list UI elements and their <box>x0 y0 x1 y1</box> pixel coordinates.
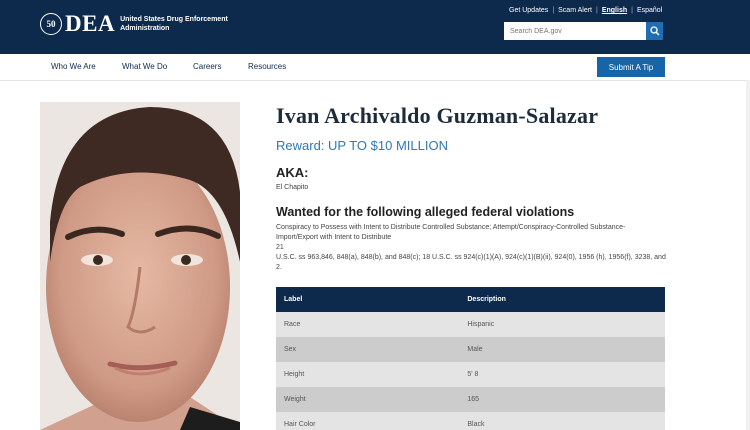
page-scrollbar[interactable] <box>746 80 750 430</box>
violation-line: Conspiracy to Possess with Intent to Dis… <box>276 224 626 241</box>
nav-who-we-are[interactable]: Who We Are <box>51 62 96 71</box>
utility-divider: | <box>596 7 598 14</box>
violations-heading: Wanted for the following alleged federal… <box>276 205 575 219</box>
english-link[interactable]: English <box>602 7 627 14</box>
logo-wordmark: DEA <box>65 11 116 36</box>
main-nav: Who We Are What We Do Careers Resources … <box>0 54 750 81</box>
site-header: 50 DEA United States Drug Enforcement Ad… <box>0 0 750 54</box>
row-value: Black <box>463 412 665 430</box>
table-row: Height 5' 8 <box>276 362 665 387</box>
row-value: Male <box>463 337 665 362</box>
fugitive-photo <box>40 102 240 430</box>
row-value: 165 <box>463 387 665 412</box>
table-row: Hair Color Black <box>276 412 665 430</box>
reward-amount: Reward: UP TO $10 MILLION <box>276 138 448 153</box>
violation-line: U.S.C. ss 963,846, 848(a), 848(b), and 8… <box>276 254 666 271</box>
fugitive-name: Ivan Archivaldo Guzman-Salazar <box>276 103 599 128</box>
violations-text: Conspiracy to Possess with Intent to Dis… <box>276 223 666 273</box>
portrait-image <box>40 102 240 430</box>
row-label: Sex <box>276 337 464 362</box>
row-label: Hair Color <box>276 412 464 430</box>
agency-name: United States Drug Enforcement Administr… <box>120 16 228 32</box>
violation-line: 21 <box>276 244 284 251</box>
search-button[interactable] <box>646 22 663 40</box>
column-header-label: Label <box>276 287 464 312</box>
table-row: Weight 165 <box>276 387 665 412</box>
page: { "header": { "logo_seal": "50", "logo_t… <box>0 0 750 430</box>
row-label: Weight <box>276 387 464 412</box>
scam-alert-link[interactable]: Scam Alert <box>558 7 592 14</box>
utility-divider: | <box>552 7 555 14</box>
column-header-description: Description <box>463 287 665 312</box>
anniversary-seal: 50 <box>40 13 62 35</box>
get-updates-link[interactable]: Get Updates <box>509 7 548 14</box>
espanol-link[interactable]: Español <box>637 7 662 14</box>
search-icon <box>649 26 659 36</box>
submit-tip-button[interactable]: Submit A Tip <box>597 57 665 77</box>
nav-what-we-do[interactable]: What We Do <box>122 62 167 71</box>
utility-links: Get Updates | Scam Alert | English | Esp… <box>509 7 662 14</box>
description-table: Label Description Race Hispanic Sex Male… <box>276 287 665 430</box>
row-label: Height <box>276 362 464 387</box>
nav-resources[interactable]: Resources <box>248 62 286 71</box>
table-row: Sex Male <box>276 337 665 362</box>
dea-logo[interactable]: 50 DEA United States Drug Enforcement Ad… <box>40 12 240 36</box>
row-label: Race <box>276 312 464 337</box>
aka-heading: AKA: <box>276 165 309 180</box>
table-row: Race Hispanic <box>276 312 665 337</box>
row-value: 5' 8 <box>463 362 665 387</box>
row-value: Hispanic <box>463 312 665 337</box>
table-header-row: Label Description <box>276 287 665 312</box>
nav-careers[interactable]: Careers <box>193 62 221 71</box>
search-input[interactable] <box>504 22 646 40</box>
utility-divider: | <box>631 7 633 14</box>
aka-value: El Chapito <box>276 184 309 191</box>
